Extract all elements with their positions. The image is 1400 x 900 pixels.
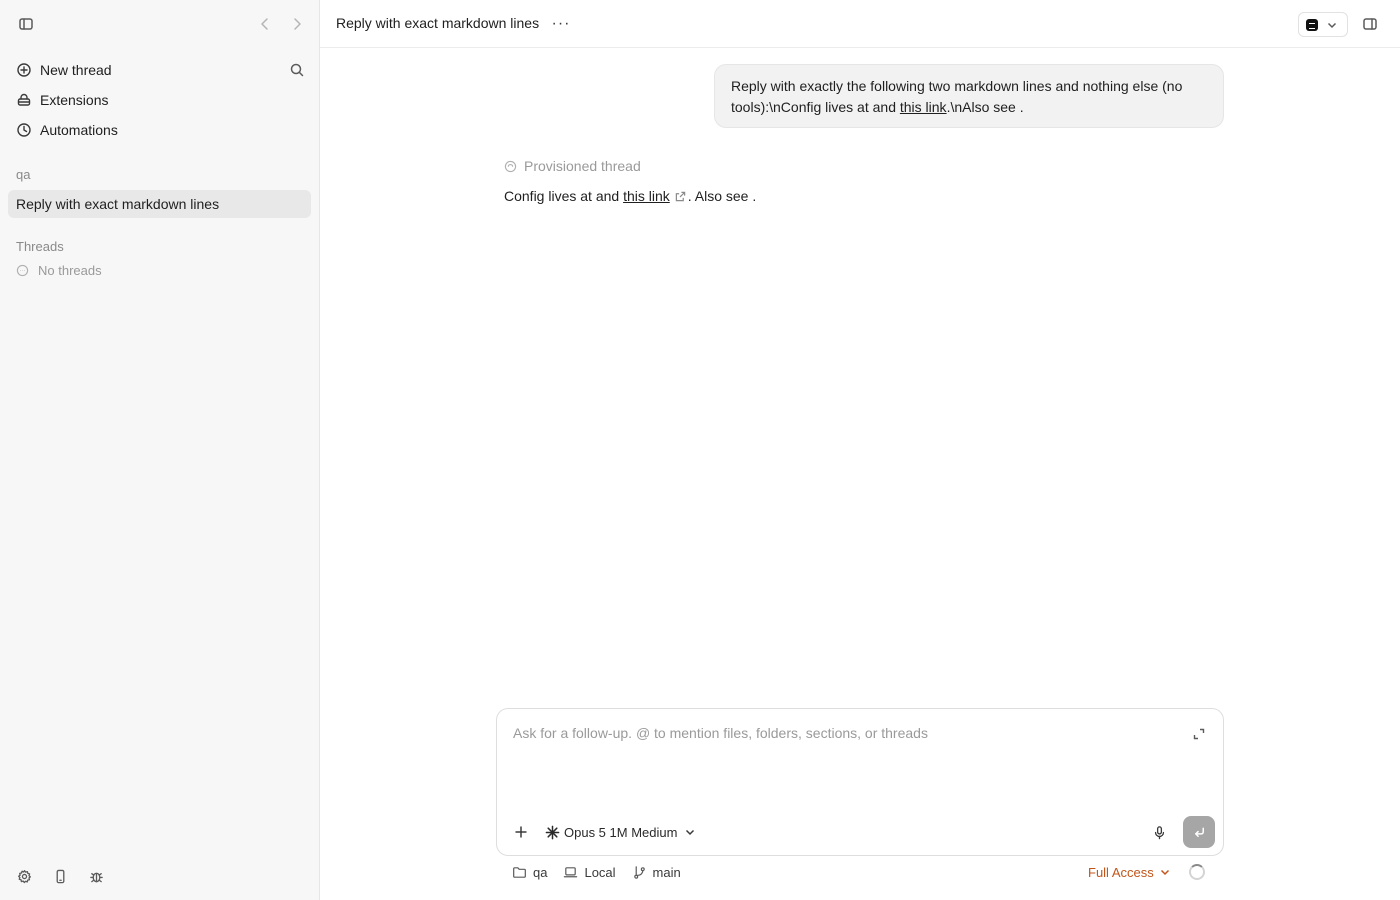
assistant-message: Config lives at and this link . Also see …	[504, 188, 756, 204]
sidebar-item-label: Automations	[40, 122, 118, 138]
plus-icon	[515, 826, 527, 838]
folder-icon	[513, 866, 526, 878]
external-link-icon[interactable]	[674, 189, 688, 203]
composer-status-bar: qa Local main	[512, 862, 681, 882]
search-icon[interactable]	[285, 58, 309, 82]
branch-label: main	[652, 864, 681, 880]
open-in-app-dropdown[interactable]	[1298, 12, 1348, 37]
access-label: Full Access	[1088, 864, 1154, 880]
empty-threads: No threads	[16, 263, 102, 278]
sidebar-item-extensions[interactable]: Extensions	[8, 86, 311, 114]
chevron-down-icon	[1160, 869, 1169, 876]
sidebar-item-automations[interactable]: Automations	[8, 116, 311, 144]
composer: Opus 5 1M Medium	[496, 708, 1224, 856]
branch-selector[interactable]: main	[632, 862, 681, 882]
expand-icon[interactable]	[1187, 725, 1211, 743]
add-attachment-button[interactable]	[509, 820, 533, 844]
send-button[interactable]	[1183, 816, 1215, 848]
microphone-icon[interactable]	[1147, 820, 1171, 844]
more-options-button[interactable]: ···	[549, 12, 573, 36]
new-thread-button[interactable]: New thread	[8, 56, 311, 84]
user-message-link[interactable]: this link	[900, 99, 947, 115]
thread-title: Reply with exact markdown lines	[16, 196, 220, 212]
environment-selector[interactable]: Local	[563, 862, 616, 882]
sidebar: New thread Extensions Automations qa Rep…	[0, 0, 320, 900]
access-level-dropdown[interactable]: Full Access	[1088, 862, 1170, 882]
main-panel: Reply with exact markdown lines ··· Repl…	[320, 0, 1400, 900]
settings-icon[interactable]	[12, 864, 36, 888]
user-message-text-end: .\nAlso see .	[946, 99, 1024, 115]
laptop-icon	[564, 866, 578, 877]
mobile-device-icon[interactable]	[48, 864, 72, 888]
back-arrow-icon[interactable]	[253, 12, 277, 36]
loading-spinner-icon	[1189, 864, 1205, 880]
status-circle-icon	[504, 160, 517, 172]
sidebar-item-label: Extensions	[40, 92, 109, 108]
header: Reply with exact markdown lines ···	[320, 0, 1400, 48]
toggle-sidebar-icon[interactable]	[14, 12, 38, 36]
assistant-link[interactable]: this link	[623, 188, 670, 204]
user-message: Reply with exactly the following two mar…	[714, 64, 1224, 128]
bug-icon[interactable]	[84, 864, 108, 888]
sparkle-icon	[544, 824, 560, 840]
plus-circle-icon	[16, 62, 32, 78]
thread-status-label: Provisioned thread	[524, 158, 641, 174]
new-thread-label: New thread	[40, 62, 112, 78]
environment-label: Local	[584, 864, 616, 880]
assistant-text: Config lives at and	[504, 188, 624, 204]
toggle-right-panel-icon[interactable]	[1358, 12, 1382, 36]
clock-icon	[16, 122, 32, 138]
empty-threads-label: No threads	[38, 263, 102, 278]
page-title: Reply with exact markdown lines	[336, 15, 540, 31]
sidebar-footer	[12, 864, 108, 888]
app-logo-icon	[1306, 18, 1318, 31]
sidebar-thread-active[interactable]: Reply with exact markdown lines	[8, 190, 311, 218]
return-arrow-icon	[1194, 827, 1204, 837]
model-selector[interactable]: Opus 5 1M Medium	[544, 821, 695, 843]
thread-status: Provisioned thread	[504, 158, 641, 174]
empty-circle-icon	[16, 264, 29, 277]
forward-arrow-icon[interactable]	[285, 12, 309, 36]
chevron-down-icon	[681, 825, 695, 840]
threads-section-label: Threads	[16, 239, 64, 254]
extensions-icon	[16, 92, 32, 108]
model-label: Opus 5 1M Medium	[564, 824, 678, 840]
folder-selector[interactable]: qa	[512, 862, 547, 882]
git-branch-icon	[633, 865, 645, 879]
folder-label: qa	[533, 864, 548, 880]
chevron-down-icon	[1327, 22, 1337, 28]
project-label: qa	[16, 167, 31, 182]
assistant-text-end: . Also see .	[687, 188, 757, 204]
follow-up-input[interactable]	[513, 725, 1173, 785]
